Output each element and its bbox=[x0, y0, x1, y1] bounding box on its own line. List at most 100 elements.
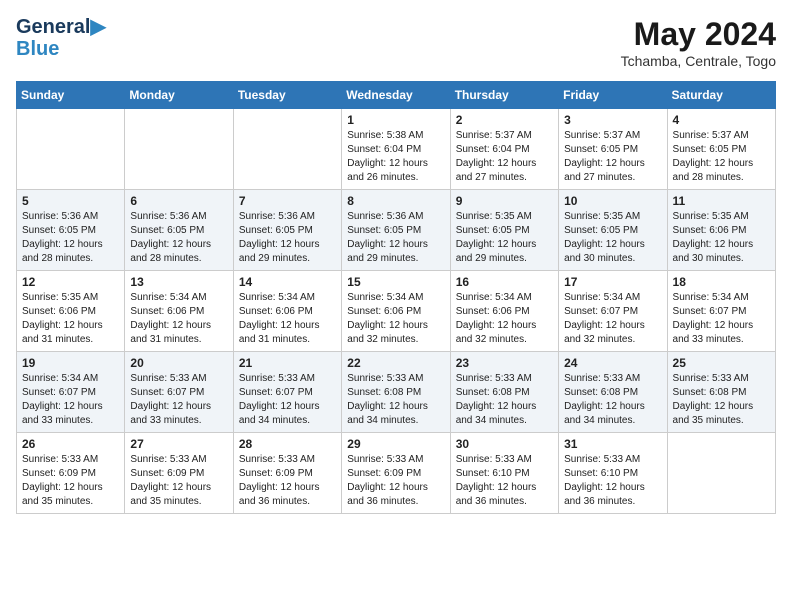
calendar-week-1: 1 Sunrise: 5:38 AMSunset: 6:04 PMDaylight… bbox=[17, 109, 776, 190]
day-number: 13 bbox=[130, 275, 227, 289]
calendar-cell: 13 Sunrise: 5:34 AMSunset: 6:06 PMDayligh… bbox=[125, 271, 233, 352]
calendar-week-4: 19 Sunrise: 5:34 AMSunset: 6:07 PMDayligh… bbox=[17, 352, 776, 433]
cell-content: Sunrise: 5:33 AMSunset: 6:09 PMDaylight:… bbox=[347, 453, 444, 509]
calendar-cell: 28 Sunrise: 5:33 AMSunset: 6:09 PMDayligh… bbox=[233, 433, 341, 514]
day-number: 27 bbox=[130, 437, 227, 451]
day-number: 15 bbox=[347, 275, 444, 289]
calendar-week-5: 26Sunrise: 5:33 AMSunset: 6:09 PMDayligh… bbox=[17, 433, 776, 514]
calendar-cell: 3Sunrise: 5:37 AMSunset: 6:05 PMDaylight… bbox=[559, 109, 667, 190]
day-number: 9 bbox=[456, 194, 553, 208]
calendar-cell: 25 Sunrise: 5:33 AMSunset: 6:08 PMDayligh… bbox=[667, 352, 775, 433]
day-number: 25 bbox=[673, 356, 770, 370]
day-number: 12 bbox=[22, 275, 119, 289]
calendar-cell: 24 Sunrise: 5:33 AMSunset: 6:08 PMDayligh… bbox=[559, 352, 667, 433]
calendar-cell bbox=[125, 109, 233, 190]
cell-content: Sunrise: 5:33 AMSunset: 6:08 PMDaylight:… bbox=[673, 372, 770, 428]
cell-content: Sunrise: 5:35 AMSunset: 6:05 PMDaylight:… bbox=[456, 210, 553, 266]
cell-content: Sunrise: 5:34 AMSunset: 6:07 PMDaylight:… bbox=[673, 291, 770, 347]
calendar-cell: 6 Sunrise: 5:36 AMSunset: 6:05 PMDaylight… bbox=[125, 190, 233, 271]
calendar-week-2: 5 Sunrise: 5:36 AMSunset: 6:05 PMDaylight… bbox=[17, 190, 776, 271]
day-header-tuesday: Tuesday bbox=[233, 82, 341, 109]
month-year: May 2024 bbox=[621, 16, 776, 53]
cell-content: Sunrise: 5:36 AMSunset: 6:05 PMDaylight:… bbox=[347, 210, 444, 266]
calendar-cell: 31 Sunrise: 5:33 AMSunset: 6:10 PMDayligh… bbox=[559, 433, 667, 514]
day-header-friday: Friday bbox=[559, 82, 667, 109]
logo: General▶ Blue bbox=[16, 16, 106, 60]
day-number: 31 bbox=[564, 437, 661, 451]
cell-content: Sunrise: 5:34 AMSunset: 6:07 PMDaylight:… bbox=[564, 291, 661, 347]
cell-content: Sunrise: 5:34 AMSunset: 6:07 PMDaylight:… bbox=[22, 372, 119, 428]
calendar-cell: 10Sunrise: 5:35 AMSunset: 6:05 PMDayligh… bbox=[559, 190, 667, 271]
day-number: 14 bbox=[239, 275, 336, 289]
calendar-table: SundayMondayTuesdayWednesdayThursdayFrid… bbox=[16, 81, 776, 514]
cell-content: Sunrise: 5:33 AMSunset: 6:10 PMDaylight:… bbox=[564, 453, 661, 509]
calendar-cell: 20 Sunrise: 5:33 AMSunset: 6:07 PMDayligh… bbox=[125, 352, 233, 433]
calendar-cell: 1 Sunrise: 5:38 AMSunset: 6:04 PMDaylight… bbox=[342, 109, 450, 190]
calendar-cell: 14Sunrise: 5:34 AMSunset: 6:06 PMDayligh… bbox=[233, 271, 341, 352]
calendar-cell: 2 Sunrise: 5:37 AMSunset: 6:04 PMDaylight… bbox=[450, 109, 558, 190]
cell-content: Sunrise: 5:35 AMSunset: 6:06 PMDaylight:… bbox=[673, 210, 770, 266]
cell-content: Sunrise: 5:33 AMSunset: 6:09 PMDaylight:… bbox=[130, 453, 227, 509]
calendar-cell: 15Sunrise: 5:34 AMSunset: 6:06 PMDayligh… bbox=[342, 271, 450, 352]
calendar-cell: 23 Sunrise: 5:33 AMSunset: 6:08 PMDayligh… bbox=[450, 352, 558, 433]
cell-content: Sunrise: 5:33 AMSunset: 6:10 PMDaylight:… bbox=[456, 453, 553, 509]
day-number: 4 bbox=[673, 113, 770, 127]
page-header: General▶ Blue May 2024 Tchamba, Centrale… bbox=[16, 16, 776, 69]
cell-content: Sunrise: 5:37 AMSunset: 6:04 PMDaylight:… bbox=[456, 129, 553, 185]
cell-content: Sunrise: 5:33 AMSunset: 6:09 PMDaylight:… bbox=[239, 453, 336, 509]
calendar-cell: 5Sunrise: 5:36 AMSunset: 6:05 PMDaylight… bbox=[17, 190, 125, 271]
calendar-cell: 27 Sunrise: 5:33 AMSunset: 6:09 PMDayligh… bbox=[125, 433, 233, 514]
day-number: 1 bbox=[347, 113, 444, 127]
calendar-cell: 9 Sunrise: 5:35 AMSunset: 6:05 PMDaylight… bbox=[450, 190, 558, 271]
cell-content: Sunrise: 5:33 AMSunset: 6:09 PMDaylight:… bbox=[22, 453, 119, 509]
calendar-cell: 8 Sunrise: 5:36 AMSunset: 6:05 PMDaylight… bbox=[342, 190, 450, 271]
calendar-cell: 19 Sunrise: 5:34 AMSunset: 6:07 PMDayligh… bbox=[17, 352, 125, 433]
calendar-body: 1 Sunrise: 5:38 AMSunset: 6:04 PMDaylight… bbox=[17, 109, 776, 514]
logo-text: General▶ Blue bbox=[16, 16, 106, 60]
day-number: 5 bbox=[22, 194, 119, 208]
cell-content: Sunrise: 5:33 AMSunset: 6:08 PMDaylight:… bbox=[347, 372, 444, 428]
day-number: 19 bbox=[22, 356, 119, 370]
calendar-cell: 22 Sunrise: 5:33 AMSunset: 6:08 PMDayligh… bbox=[342, 352, 450, 433]
day-number: 28 bbox=[239, 437, 336, 451]
day-number: 22 bbox=[347, 356, 444, 370]
cell-content: Sunrise: 5:33 AMSunset: 6:08 PMDaylight:… bbox=[456, 372, 553, 428]
day-number: 24 bbox=[564, 356, 661, 370]
day-header-saturday: Saturday bbox=[667, 82, 775, 109]
day-number: 20 bbox=[130, 356, 227, 370]
calendar-week-3: 12 Sunrise: 5:35 AMSunset: 6:06 PMDayligh… bbox=[17, 271, 776, 352]
cell-content: Sunrise: 5:33 AMSunset: 6:07 PMDaylight:… bbox=[239, 372, 336, 428]
cell-content: Sunrise: 5:36 AMSunset: 6:05 PMDaylight:… bbox=[239, 210, 336, 266]
day-number: 6 bbox=[130, 194, 227, 208]
calendar-cell bbox=[233, 109, 341, 190]
day-number: 8 bbox=[347, 194, 444, 208]
day-number: 30 bbox=[456, 437, 553, 451]
cell-content: Sunrise: 5:33 AMSunset: 6:07 PMDaylight:… bbox=[130, 372, 227, 428]
day-number: 29 bbox=[347, 437, 444, 451]
calendar-cell: 30 Sunrise: 5:33 AMSunset: 6:10 PMDayligh… bbox=[450, 433, 558, 514]
cell-content: Sunrise: 5:35 AMSunset: 6:06 PMDaylight:… bbox=[22, 291, 119, 347]
cell-content: Sunrise: 5:33 AMSunset: 6:08 PMDaylight:… bbox=[564, 372, 661, 428]
day-header-thursday: Thursday bbox=[450, 82, 558, 109]
calendar-cell: 11 Sunrise: 5:35 AMSunset: 6:06 PMDayligh… bbox=[667, 190, 775, 271]
calendar-header-row: SundayMondayTuesdayWednesdayThursdayFrid… bbox=[17, 82, 776, 109]
calendar-cell bbox=[667, 433, 775, 514]
day-number: 17 bbox=[564, 275, 661, 289]
day-number: 7 bbox=[239, 194, 336, 208]
calendar-cell: 17 Sunrise: 5:34 AMSunset: 6:07 PMDayligh… bbox=[559, 271, 667, 352]
cell-content: Sunrise: 5:38 AMSunset: 6:04 PMDaylight:… bbox=[347, 129, 444, 185]
cell-content: Sunrise: 5:37 AMSunset: 6:05 PMDaylight:… bbox=[673, 129, 770, 185]
calendar-cell: 21 Sunrise: 5:33 AMSunset: 6:07 PMDayligh… bbox=[233, 352, 341, 433]
cell-content: Sunrise: 5:34 AMSunset: 6:06 PMDaylight:… bbox=[130, 291, 227, 347]
calendar-cell: 26Sunrise: 5:33 AMSunset: 6:09 PMDayligh… bbox=[17, 433, 125, 514]
day-number: 18 bbox=[673, 275, 770, 289]
day-number: 23 bbox=[456, 356, 553, 370]
day-number: 11 bbox=[673, 194, 770, 208]
day-number: 21 bbox=[239, 356, 336, 370]
location: Tchamba, Centrale, Togo bbox=[621, 53, 776, 69]
cell-content: Sunrise: 5:36 AMSunset: 6:05 PMDaylight:… bbox=[130, 210, 227, 266]
day-header-wednesday: Wednesday bbox=[342, 82, 450, 109]
day-number: 2 bbox=[456, 113, 553, 127]
calendar-cell: 29 Sunrise: 5:33 AMSunset: 6:09 PMDayligh… bbox=[342, 433, 450, 514]
title-block: May 2024 Tchamba, Centrale, Togo bbox=[621, 16, 776, 69]
